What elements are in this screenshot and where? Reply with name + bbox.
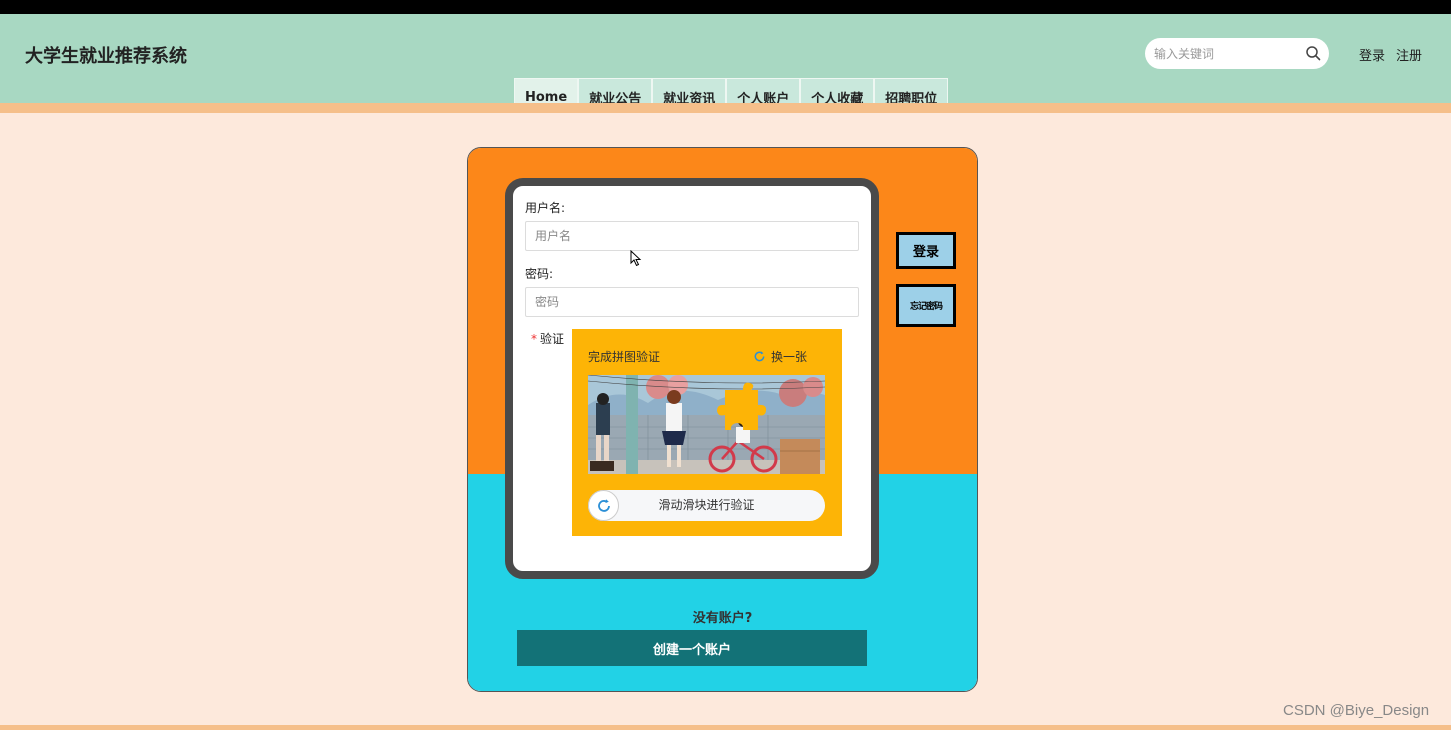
site-title: 大学生就业推荐系统 <box>25 46 187 67</box>
captcha-refresh-button[interactable]: 换一张 <box>753 348 807 365</box>
login-button[interactable]: 登录 <box>896 232 956 269</box>
captcha-puzzle-image <box>588 375 825 474</box>
captcha-label: * 验证 <box>531 330 564 347</box>
create-account-button[interactable]: 创建一个账户 <box>517 630 867 666</box>
captcha-slider-text: 滑动滑块进行验证 <box>658 498 755 512</box>
refresh-icon <box>754 351 765 362</box>
search-input[interactable] <box>1154 44 1304 64</box>
no-account-text: 没有账户? <box>692 611 753 626</box>
captcha-label-text: 验证 <box>540 332 565 346</box>
watermark: CSDN @Biye_Design <box>1283 702 1430 719</box>
password-label: 密码: <box>525 267 554 281</box>
refresh-icon <box>597 498 610 512</box>
required-star: * <box>531 332 537 346</box>
mouse-cursor-icon <box>630 250 642 267</box>
captcha-slider-handle[interactable] <box>588 490 619 521</box>
captcha-refresh-label: 换一张 <box>771 350 808 364</box>
window-top-bar <box>0 0 1451 14</box>
captcha-slider-track[interactable]: 滑动滑块进行验证 <box>588 490 825 521</box>
username-input[interactable] <box>525 221 859 251</box>
header-login-link[interactable]: 登录 <box>1359 45 1385 64</box>
header-divider <box>0 103 1451 113</box>
captcha-title: 完成拼图验证 <box>588 350 661 364</box>
search-icon[interactable] <box>1305 45 1321 61</box>
password-input[interactable] <box>525 287 859 317</box>
forgot-password-button[interactable]: 忘记密码 <box>896 284 956 327</box>
site-header: 大学生就业推荐系统 登录 注册 Home 就业公告 就业资讯 个人账户 个人收藏… <box>0 14 1451 116</box>
header-register-link[interactable]: 注册 <box>1396 45 1422 64</box>
search-box <box>1145 38 1329 69</box>
username-label: 用户名: <box>525 201 566 215</box>
footer-divider <box>0 725 1451 730</box>
captcha-box: 完成拼图验证 换一张 滑动滑块进行验证 <box>572 329 842 536</box>
